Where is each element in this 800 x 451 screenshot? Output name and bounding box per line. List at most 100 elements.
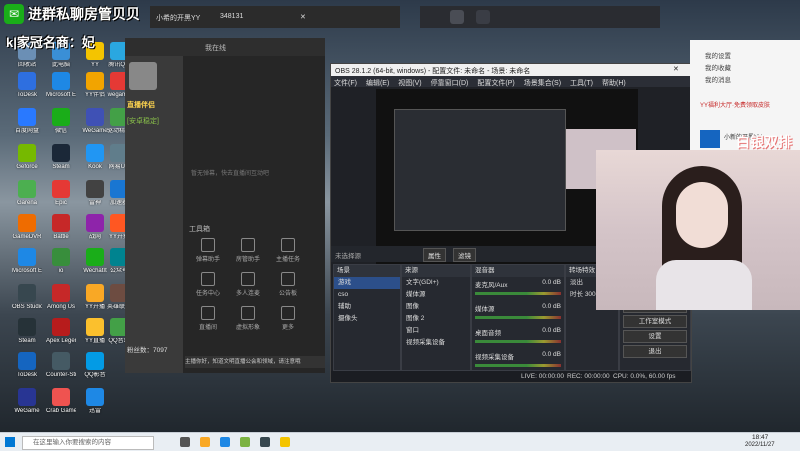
desktop-icon[interactable]: 百度网盘: [12, 108, 42, 135]
preview-nested-obs: [394, 109, 566, 231]
desktop-icon[interactable]: Epic: [46, 180, 76, 207]
app-icon: [18, 318, 36, 336]
menu-item[interactable]: 场景集合(S): [524, 80, 561, 87]
source-item[interactable]: 窗口: [402, 325, 470, 337]
menu-item[interactable]: 文件(F): [334, 80, 357, 87]
desktop-icon-label: Battle: [53, 234, 69, 240]
source-item[interactable]: 图像 2: [402, 313, 470, 325]
tool-item[interactable]: 主播任务: [273, 238, 303, 263]
desktop-icon[interactable]: 微信: [46, 108, 76, 135]
fps-logo: [700, 130, 720, 148]
app-icon: [52, 144, 70, 162]
channel-db: 0.0 dB: [542, 279, 561, 286]
desktop-icon[interactable]: Counter-Strike: [46, 352, 76, 379]
clock-date: 2022/11/27: [745, 442, 775, 448]
tool-item[interactable]: 虚拟形象: [233, 306, 263, 331]
yy-topbar[interactable]: 小希的开黑YY 348131 ✕: [150, 6, 400, 28]
scene-item[interactable]: cso: [334, 289, 400, 301]
tool-item[interactable]: 公告板: [273, 272, 303, 297]
control-button[interactable]: 工作室模式: [623, 315, 687, 328]
control-button[interactable]: 退出: [623, 345, 687, 358]
close-icon[interactable]: ✕: [300, 13, 306, 21]
desktop-icon[interactable]: Apex Legends: [46, 318, 76, 345]
volume-meter[interactable]: [475, 292, 561, 295]
yy-room-id: 348131: [220, 13, 244, 20]
menu-item[interactable]: 停靠窗口(D): [431, 80, 469, 87]
desktop-icon[interactable]: ToDesk: [12, 352, 42, 379]
volume-meter[interactable]: [475, 316, 561, 319]
desktop-icon[interactable]: 迅雷: [80, 388, 110, 415]
desktop-icon[interactable]: Steam: [12, 318, 42, 345]
scene-item[interactable]: 辅助: [334, 301, 400, 313]
edge-icon[interactable]: [220, 437, 230, 447]
desktop-icon[interactable]: Steam: [46, 144, 76, 171]
task-view-icon[interactable]: [180, 437, 190, 447]
desktop-icon[interactable]: Geforce: [12, 144, 42, 171]
desktop-icon-label: Steam: [52, 164, 70, 170]
scene-item[interactable]: 游戏: [334, 277, 400, 289]
panel-menu-item[interactable]: 我的收藏: [705, 62, 731, 72]
scenes-panel: 场景 游戏 cso 辅助 摄像头: [333, 264, 401, 371]
search-input[interactable]: 在这里输入你要搜索的内容: [22, 436, 154, 450]
desktop-icon[interactable]: QQ影音: [80, 352, 110, 379]
app-icon: [86, 72, 104, 90]
desktop-icon[interactable]: GameDVR: [12, 214, 42, 241]
tool-item[interactable]: 更多: [273, 306, 303, 331]
scenes-title: 场景: [334, 265, 400, 277]
menu-item[interactable]: 配置文件(P): [477, 80, 514, 87]
desktop-icon-label: Epic: [55, 200, 67, 206]
filters-button[interactable]: 滤镜: [453, 248, 476, 262]
scene-item[interactable]: 摄像头: [334, 313, 400, 325]
tool-item[interactable]: 房管助手: [233, 238, 263, 263]
tool-item[interactable]: 任务中心: [193, 272, 223, 297]
app-icon: [86, 248, 104, 266]
tool-item[interactable]: 弹幕助手: [193, 238, 223, 263]
menu-item[interactable]: 视图(V): [398, 80, 421, 87]
panel-menu-item[interactable]: 我的消息: [705, 74, 731, 84]
panel-menu-item[interactable]: 我的设置: [705, 50, 731, 60]
wechat-icon: ✉: [4, 4, 24, 24]
file-explorer-icon[interactable]: [200, 437, 210, 447]
obs-statusbar: LIVE: 00:00:00 REC: 00:00:00 CPU: 0.0%, …: [331, 371, 691, 382]
app-icon: [52, 72, 70, 90]
desktop-icon[interactable]: Microsoft Edge: [46, 72, 76, 99]
volume-meter[interactable]: [475, 340, 561, 343]
source-item[interactable]: 媒体源: [402, 289, 470, 301]
desktop-icon[interactable]: OBS Studio: [12, 284, 42, 311]
volume-meter[interactable]: [475, 364, 561, 367]
desktop-icon[interactable]: WeGame: [12, 388, 42, 415]
desktop-icon[interactable]: io: [46, 248, 76, 275]
desktop-icon[interactable]: Microsoft Edge: [12, 248, 42, 275]
menu-item[interactable]: 工具(T): [570, 80, 593, 87]
tool-item[interactable]: 多人连麦: [233, 272, 263, 297]
avatar[interactable]: [129, 62, 157, 90]
game-icon[interactable]: [476, 10, 490, 24]
menu-item[interactable]: 编辑(E): [366, 80, 389, 87]
source-item[interactable]: 文字(GDI+): [402, 277, 470, 289]
source-item[interactable]: 图像: [402, 301, 470, 313]
source-item[interactable]: 视频采集设备: [402, 337, 470, 349]
menu-item[interactable]: 帮助(H): [602, 80, 626, 87]
tool-item[interactable]: 直播间: [193, 306, 223, 331]
app-icon: [52, 214, 70, 232]
mixer-channel: 视频采集设备 0.0 dB: [472, 349, 564, 373]
yy-taskbar-icon[interactable]: [280, 437, 290, 447]
home-icon[interactable]: [450, 10, 464, 24]
tool-label: 房管助手: [235, 257, 260, 263]
close-icon[interactable]: ✕: [673, 65, 679, 73]
properties-button[interactable]: 属性: [423, 248, 446, 262]
app-toolbar[interactable]: [420, 6, 660, 28]
desktop-icon-label: 回收站: [17, 62, 36, 68]
control-button[interactable]: 设置: [623, 330, 687, 343]
desktop-icon[interactable]: Garena: [12, 180, 42, 207]
desktop-icon-label: OBS Studio: [12, 304, 42, 310]
desktop-icon[interactable]: ToDesk: [12, 72, 42, 99]
desktop-icon[interactable]: Among Us: [46, 284, 76, 311]
promo-text[interactable]: YY福利大厅·免费领取皮肤: [700, 100, 770, 109]
obs-taskbar-icon[interactable]: [260, 437, 270, 447]
windows-start-icon[interactable]: [5, 437, 15, 447]
app-icon[interactable]: [240, 437, 250, 447]
desktop-icon[interactable]: Battle: [46, 214, 76, 241]
desktop-icon[interactable]: Crab Game: [46, 388, 76, 415]
no-danmaku-text: 暂无弹幕，快去直播间互动吧: [191, 171, 270, 177]
